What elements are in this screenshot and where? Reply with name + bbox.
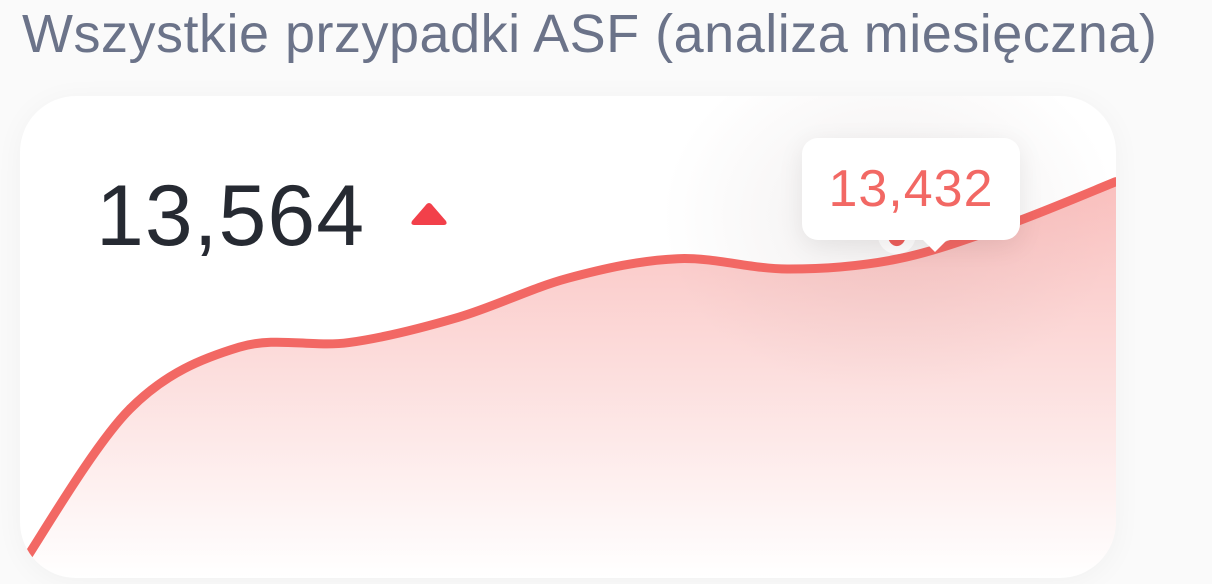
tooltip-value: 13,432: [828, 160, 994, 218]
trend-up-triangle-icon: [411, 203, 447, 225]
page-title: Wszystkie przypadki ASF (analiza miesięc…: [22, 4, 1158, 64]
chart-card: 13,564 13,432: [20, 96, 1116, 578]
total-cases-value: 13,564: [96, 168, 366, 264]
value-tooltip: 13,432: [802, 138, 1020, 252]
summary-row: 13,564: [96, 166, 449, 266]
